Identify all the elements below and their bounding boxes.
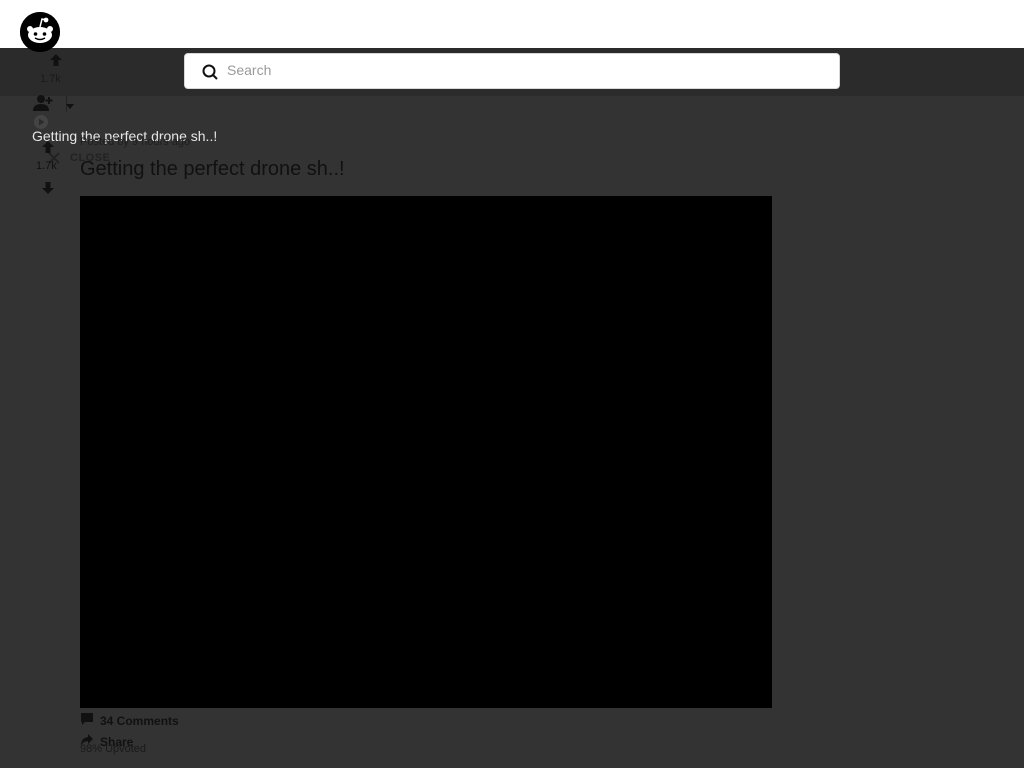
background-vote-count: 1.7k — [40, 73, 61, 85]
comments-button[interactable]: 34 Comments — [80, 712, 179, 729]
search-bar[interactable] — [184, 53, 840, 89]
upvote-icon[interactable] — [41, 140, 55, 154]
upvoted-percentage: 98% Upvoted — [80, 743, 147, 755]
posted-by: Posted by 9 hours ago — [80, 136, 191, 148]
vote-column: 1.7k — [36, 140, 60, 200]
comment-icon — [80, 712, 94, 729]
chevron-down-icon[interactable] — [64, 98, 76, 109]
add-user-icon[interactable] — [33, 94, 53, 112]
downvote-icon[interactable] — [41, 181, 55, 195]
arrow-up-icon[interactable] — [49, 53, 63, 67]
top-header — [0, 0, 1024, 48]
vote-count: 1.7k — [36, 160, 57, 172]
search-input[interactable] — [225, 57, 825, 83]
search-icon — [201, 63, 219, 81]
comments-label: 34 Comments — [100, 713, 179, 728]
reddit-alien-icon[interactable] — [20, 12, 60, 52]
post-title: Getting the perfect drone sh..! — [80, 158, 345, 180]
video-player[interactable] — [80, 196, 772, 708]
